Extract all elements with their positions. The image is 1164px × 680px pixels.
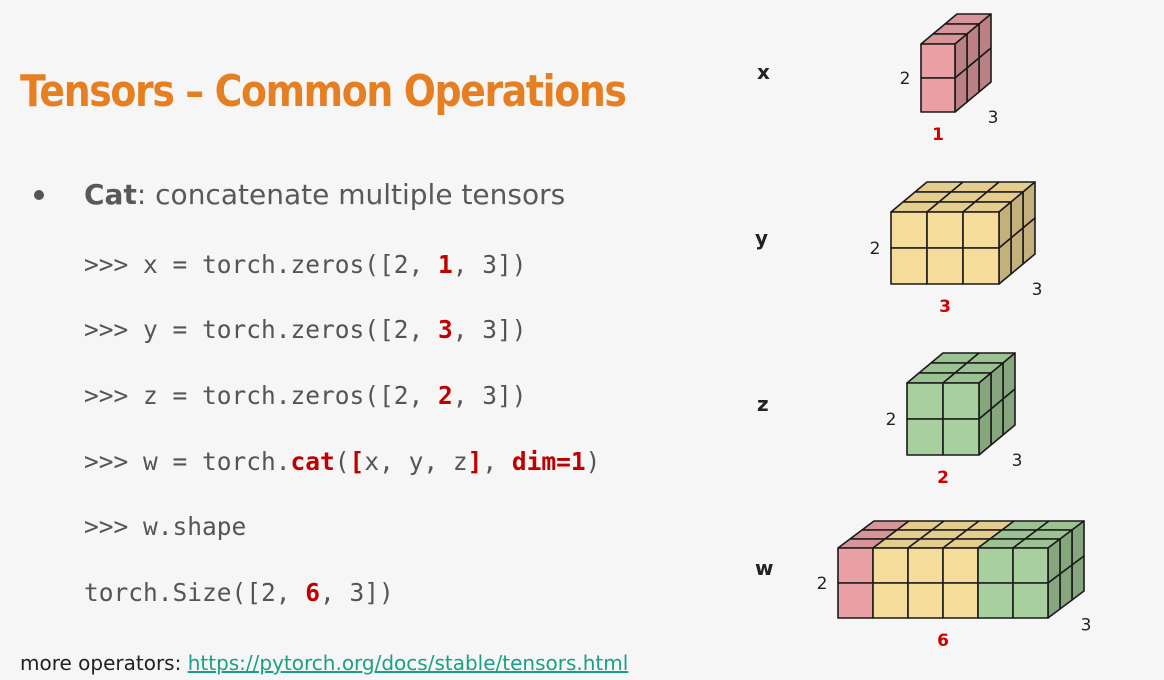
tensor-cubes-diagram: 2 1 3 2 3 3 2 2 3 2 6 3 <box>817 13 1092 651</box>
tensor-z-dim2-label: 3 <box>1012 451 1023 471</box>
tensor-x-dim2-label: 3 <box>988 108 999 128</box>
tensor-y-front-cell <box>890 211 928 249</box>
tensor-z-dim0-label: 2 <box>886 410 897 430</box>
tensor-z-front-cell <box>942 418 980 456</box>
tensor-w-front-cell <box>977 582 1014 619</box>
tensor-z-front-cell <box>906 382 944 420</box>
tensor-w-front-cell <box>907 582 944 619</box>
tensor-x-front-cell <box>920 77 956 113</box>
tensor-z-front-cell <box>942 382 980 420</box>
tensor-w-front-cell <box>837 547 874 584</box>
tensor-y-front-cell <box>962 247 1000 285</box>
tensor-w-front-cell <box>1012 547 1049 584</box>
tensor-w-front-cell <box>872 547 909 584</box>
tensor-y-front-cell <box>962 211 1000 249</box>
tensor-w-front-cell <box>1012 582 1049 619</box>
tensor-w-front-cell <box>837 582 874 619</box>
tensor-w-front-cell <box>942 547 979 584</box>
tensor-w-front-cell <box>872 582 909 619</box>
tensor-w-dim0-label: 2 <box>817 574 828 594</box>
tensor-x-dim0-label: 2 <box>900 69 911 89</box>
tensor-y-front-cell <box>926 211 964 249</box>
tensor-y-dim1-label: 3 <box>939 297 951 317</box>
tensor-w-front-cell <box>942 582 979 619</box>
tensor-x-front-cell <box>920 43 956 79</box>
tensor-y-dim2-label: 3 <box>1032 280 1043 300</box>
tensor-w-front-cell <box>907 547 944 584</box>
tensor-y-front-cell <box>926 247 964 285</box>
tensor-y-dim0-label: 2 <box>870 239 881 259</box>
tensor-y-front-cell <box>890 247 928 285</box>
tensor-z-front-cell <box>906 418 944 456</box>
tensor-x-dim1-label: 1 <box>932 125 944 145</box>
tensor-z-dim1-label: 2 <box>937 468 949 488</box>
tensor-w-front-cell <box>977 547 1014 584</box>
tensor-w-dim2-label: 3 <box>1081 616 1092 636</box>
tensor-w-dim1-label: 6 <box>937 631 949 651</box>
